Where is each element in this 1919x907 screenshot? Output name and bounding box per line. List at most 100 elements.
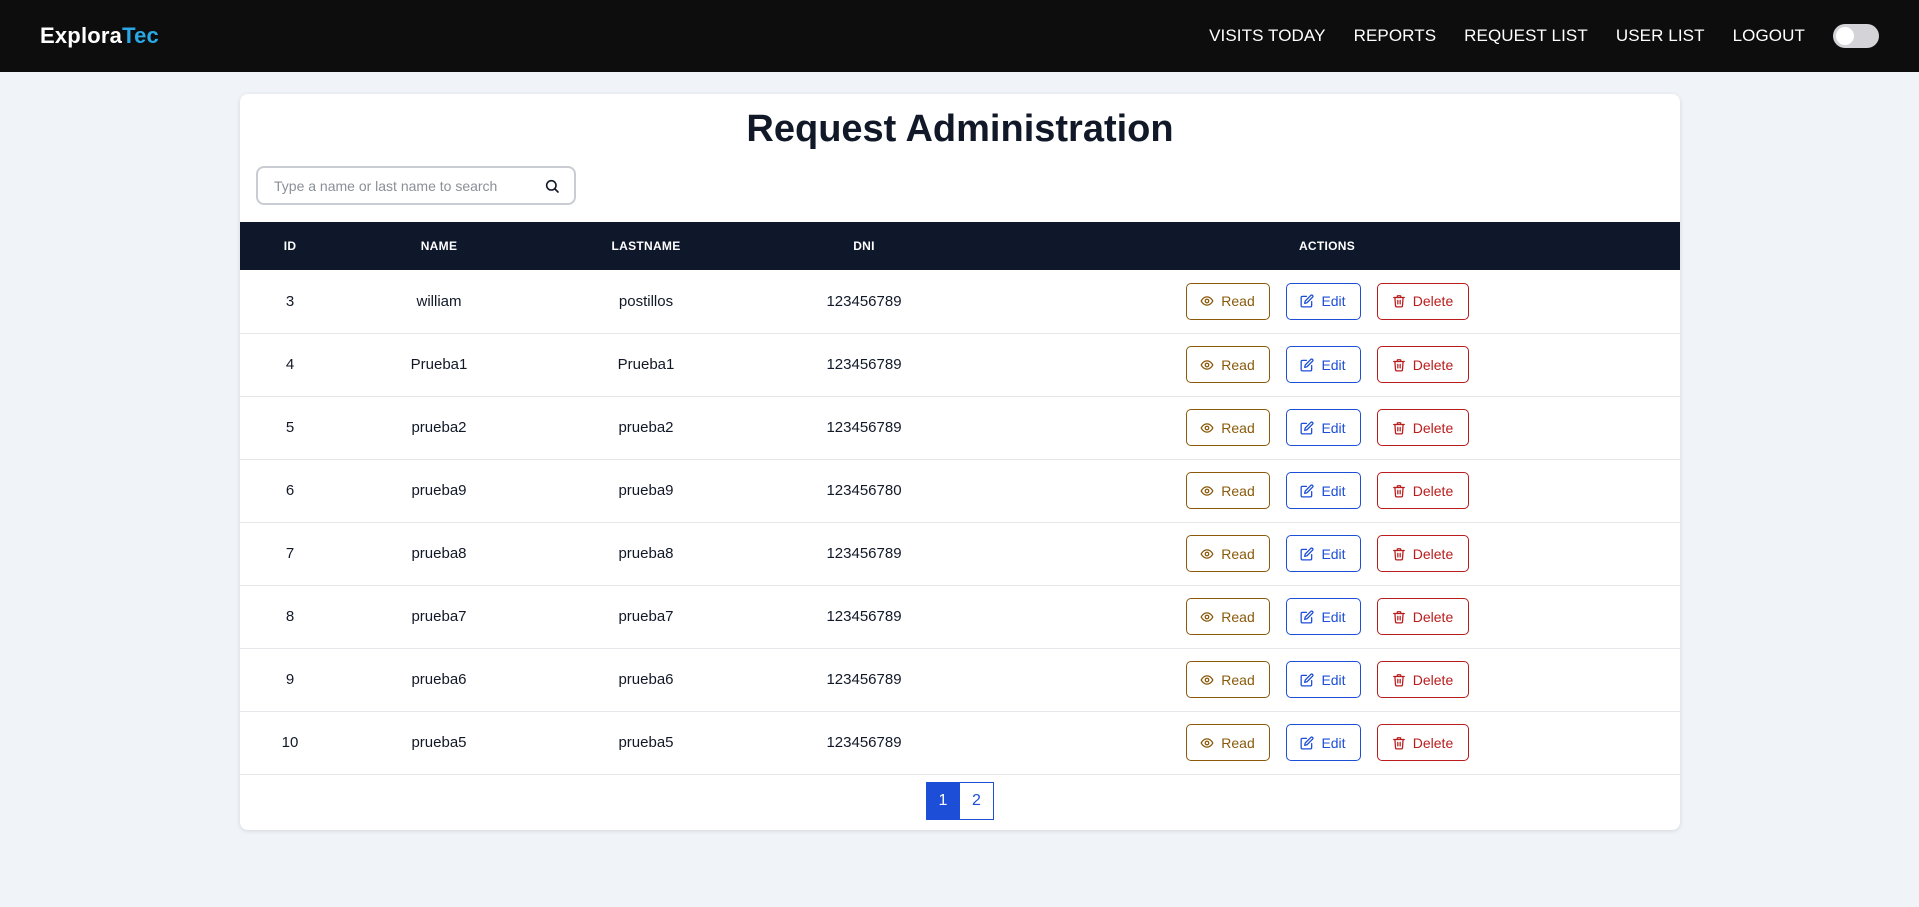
nav-link-user-list[interactable]: USER LIST (1616, 26, 1705, 46)
row-actions: Read Edit Delete (974, 724, 1680, 761)
delete-button[interactable]: Delete (1376, 598, 1469, 635)
cell-name: prueba7 (411, 608, 467, 625)
trash-icon (1392, 484, 1405, 497)
eye-icon (1200, 611, 1214, 622)
edit-button[interactable]: Edit (1285, 472, 1361, 509)
header-name: NAME (420, 239, 458, 253)
brand-logo[interactable]: ExploraTec (40, 23, 159, 49)
nav-menu: VISITS TODAY REPORTS REQUEST LIST USER L… (1181, 24, 1879, 48)
cell-id: 9 (285, 671, 295, 688)
trash-icon (1392, 547, 1405, 560)
edit-icon (1300, 546, 1314, 560)
cell-dni: 123456789 (826, 356, 902, 373)
header-lastname: LASTNAME (611, 239, 681, 253)
delete-button[interactable]: Delete (1376, 724, 1469, 761)
table-row: 5 prueba2 prueba2 123456789 Read Edit Delete (240, 396, 1680, 459)
theme-toggle[interactable] (1833, 24, 1879, 48)
read-button[interactable]: Read (1185, 409, 1270, 446)
delete-button[interactable]: Delete (1376, 282, 1469, 320)
trash-icon (1392, 673, 1405, 686)
table-row: 6 prueba9 prueba9 123456780 Read Edit Delete (240, 459, 1680, 522)
cell-dni: 123456789 (826, 608, 902, 625)
row-actions: Read Edit Delete (974, 661, 1680, 698)
nav-link-logout[interactable]: LOGOUT (1733, 26, 1805, 46)
cell-name: prueba5 (411, 734, 467, 751)
table-body: 3 william postillos 123456789 Read Edit Delete… (240, 270, 1680, 774)
trash-icon (1392, 736, 1405, 749)
row-actions: Read Edit Delete (974, 598, 1680, 635)
edit-button[interactable]: Edit (1285, 409, 1361, 446)
cell-lastname: prueba5 (618, 734, 674, 751)
search-icon[interactable] (544, 178, 560, 194)
page-title: Request Administration (746, 108, 1174, 150)
read-button[interactable]: Read (1185, 661, 1270, 698)
nav-link-request-list[interactable]: REQUEST LIST (1464, 26, 1588, 46)
cell-name: william (416, 292, 462, 310)
read-button[interactable]: Read (1185, 535, 1270, 572)
page-button-1[interactable]: 1 (926, 782, 960, 820)
read-button[interactable]: Read (1185, 346, 1270, 383)
cell-name: Prueba1 (410, 356, 468, 373)
cell-dni: 123456789 (826, 734, 902, 751)
search-box (256, 166, 576, 205)
read-label: Read (1221, 734, 1255, 751)
read-button[interactable]: Read (1185, 724, 1270, 761)
edit-icon (1300, 294, 1314, 308)
cell-lastname: prueba2 (618, 419, 674, 436)
edit-button[interactable]: Edit (1285, 724, 1361, 761)
brand-name-part2: Tec (122, 23, 159, 48)
edit-icon (1300, 672, 1314, 686)
delete-button[interactable]: Delete (1376, 346, 1469, 383)
read-label: Read (1221, 419, 1255, 436)
cell-name: prueba2 (411, 419, 467, 436)
eye-icon (1200, 296, 1214, 306)
pagination: 1 2 (240, 782, 1680, 820)
table-row: 3 william postillos 123456789 Read Edit Delete (240, 270, 1680, 333)
delete-button[interactable]: Delete (1376, 535, 1469, 572)
edit-button[interactable]: Edit (1285, 346, 1361, 383)
read-label: Read (1221, 545, 1255, 562)
delete-label: Delete (1412, 293, 1454, 310)
cell-actions: Read Edit Delete (974, 648, 1680, 711)
read-button[interactable]: Read (1185, 282, 1270, 320)
read-button[interactable]: Read (1185, 472, 1270, 509)
edit-button[interactable]: Edit (1285, 535, 1361, 572)
edit-icon (1300, 609, 1314, 623)
delete-label: Delete (1412, 356, 1454, 373)
eye-icon (1200, 485, 1214, 496)
delete-label: Delete (1412, 734, 1454, 751)
request-admin-card: Request Administration ID NAME LASTNAME … (240, 94, 1680, 830)
edit-button[interactable]: Edit (1285, 598, 1361, 635)
read-button[interactable]: Read (1185, 598, 1270, 635)
trash-icon (1392, 358, 1405, 371)
delete-button[interactable]: Delete (1376, 409, 1469, 446)
cell-dni: 123456780 (826, 482, 902, 499)
delete-button[interactable]: Delete (1376, 472, 1469, 509)
edit-label: Edit (1321, 545, 1346, 562)
eye-icon (1200, 548, 1214, 559)
cell-actions: Read Edit Delete (974, 333, 1680, 396)
cell-dni: 123456789 (826, 419, 902, 436)
delete-label: Delete (1412, 671, 1454, 688)
header-dni: DNI (853, 239, 875, 253)
cell-id: 3 (285, 292, 295, 310)
requests-table: ID NAME LASTNAME DNI ACTIONS 3 william pos… (240, 222, 1680, 775)
edit-icon (1300, 357, 1314, 371)
cell-lastname: prueba9 (618, 482, 674, 499)
table-row: 4 Prueba1 Prueba1 123456789 Read Edit Delete (240, 333, 1680, 396)
row-actions: Read Edit Delete (974, 282, 1680, 320)
search-input[interactable] (274, 177, 544, 194)
edit-label: Edit (1321, 608, 1346, 625)
nav-link-visits-today[interactable]: VISITS TODAY (1209, 26, 1325, 46)
row-actions: Read Edit Delete (974, 535, 1680, 572)
nav-link-reports[interactable]: REPORTS (1354, 26, 1437, 46)
cell-id: 10 (281, 734, 299, 751)
delete-button[interactable]: Delete (1376, 661, 1469, 698)
edit-button[interactable]: Edit (1285, 282, 1361, 320)
trash-icon (1392, 610, 1405, 623)
page-button-2[interactable]: 2 (960, 782, 994, 820)
cell-id: 7 (285, 545, 295, 562)
edit-button[interactable]: Edit (1285, 661, 1361, 698)
cell-lastname: postillos (618, 292, 674, 310)
cell-dni: 123456789 (826, 671, 902, 688)
